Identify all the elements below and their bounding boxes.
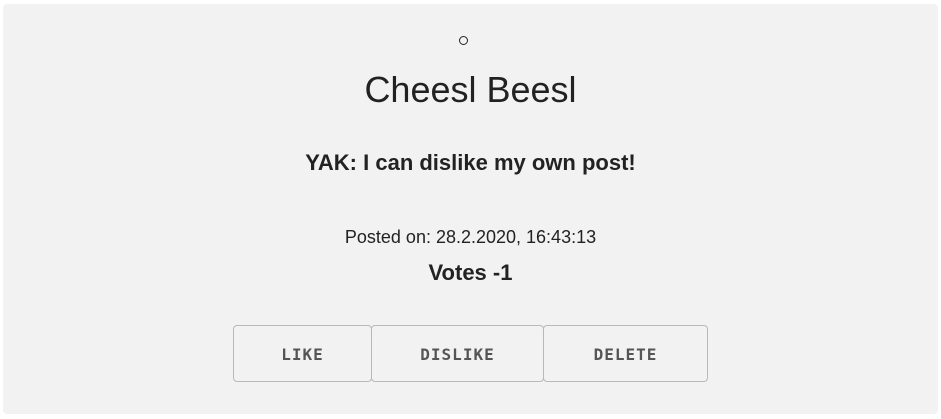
like-button[interactable]: LIKE bbox=[233, 325, 372, 382]
post-text: YAK: I can dislike my own post! bbox=[305, 150, 636, 175]
post-card: Cheesl Beesl YAK: I can dislike my own p… bbox=[3, 4, 938, 414]
dislike-button[interactable]: DISLIKE bbox=[371, 325, 544, 382]
post-timestamp: Posted on: 28.2.2020, 16:43:13 bbox=[344, 227, 597, 247]
avatar-icon bbox=[459, 36, 468, 45]
vote-count: Votes -1 bbox=[428, 260, 513, 285]
delete-button[interactable]: DELETE bbox=[543, 325, 708, 382]
post-author: Cheesl Beesl bbox=[364, 69, 577, 110]
